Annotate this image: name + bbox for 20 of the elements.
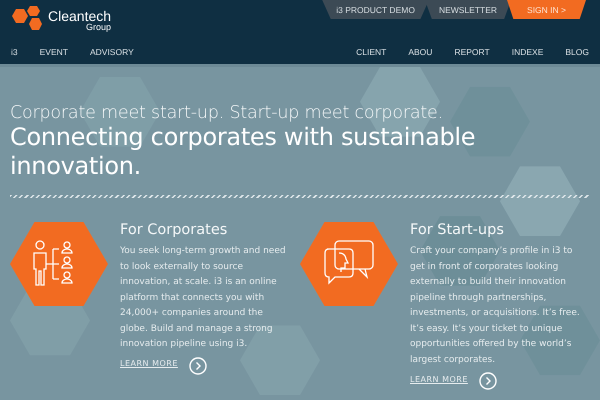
logo-subtitle: Group <box>86 22 112 32</box>
hero-headline: Connecting corporates with sustainable innovation. <box>10 123 476 181</box>
nav-link[interactable]: ADVISORY <box>78 47 145 57</box>
chevron-circle-icon[interactable] <box>188 356 207 374</box>
hero-tagline: Corporate meet start-up. Start-up meet corporate. <box>10 103 444 123</box>
feature-description: Craft your company’s profile in i3 to get in front of corporates looking externally to build their innovation pipeline through partnerships, investments, or acquisitions. It’s free. It’s easy. It’s your ticket to unique opportunities offered by the world’s largest corporates. <box>410 245 580 366</box>
nav-link[interactable]: ABOU <box>397 47 444 57</box>
chevron-circle-icon[interactable] <box>478 372 497 390</box>
nav-link[interactable]: CLIENT <box>345 47 398 57</box>
nav-link[interactable]: BLOG <box>554 47 600 57</box>
nav-link[interactable]: EVENT <box>28 47 79 57</box>
top-link[interactable]: NEWSLETTER <box>424 0 512 19</box>
nav-link[interactable]: INDEXE <box>500 47 554 57</box>
logo-name: Cleantech <box>48 8 112 22</box>
feature-description: You seek long-term growth and need to look externally to source innovation, at scale. i3 is an online platform that connects you with 24,000+ companies around the globe. Build and manage a strong innovation pipeline using i3. <box>120 245 287 351</box>
feature-title: For Start-ups <box>410 222 505 238</box>
nav-link[interactable]: i3 <box>0 47 29 57</box>
feature-title: For Corporates <box>120 222 228 238</box>
top-link[interactable]: i3 PRODUCT DEMO <box>322 0 429 19</box>
nav-link[interactable]: REPORT <box>443 47 501 57</box>
